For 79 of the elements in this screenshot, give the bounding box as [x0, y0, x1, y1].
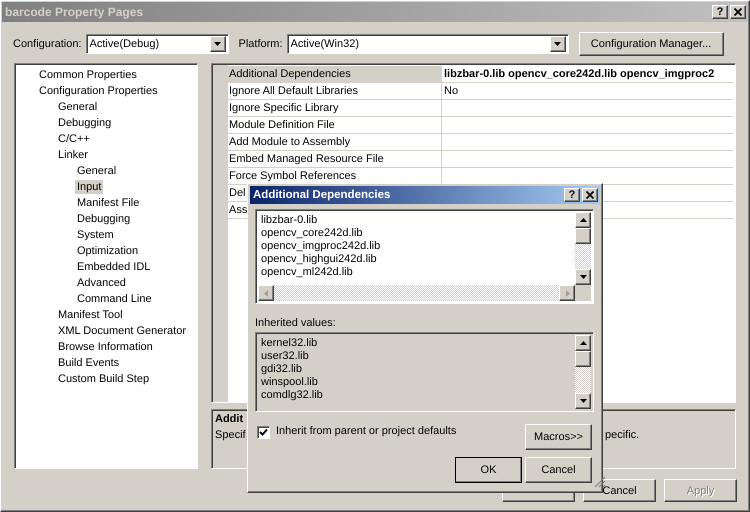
list-line: gdi32.lib: [261, 363, 302, 376]
tree-item[interactable]: Build Events: [56, 356, 122, 370]
description-text: Specif: [215, 429, 246, 443]
macros-button[interactable]: Macros>>: [525, 424, 592, 450]
scrollbar-corner: [575, 285, 591, 301]
dropdown-arrow-icon: [213, 40, 222, 48]
scroll-thumb[interactable]: [575, 228, 591, 244]
tree-item[interactable]: Optimization: [75, 244, 140, 258]
configuration-manager-button[interactable]: Configuration Manager...: [578, 32, 724, 56]
property-name[interactable]: Ignore All Default Libraries: [229, 85, 358, 97]
list-line: user32.lib: [261, 350, 309, 363]
tree-item[interactable]: C/C++: [56, 132, 92, 146]
tree-item[interactable]: Common Properties: [37, 68, 139, 82]
property-name[interactable]: Del: [229, 187, 246, 199]
tree-item[interactable]: Advanced: [75, 276, 128, 290]
property-name[interactable]: Ignore Specific Library: [229, 102, 338, 114]
property-value: libzbar-0.lib opencv_core242d.lib opencv_imgproc2: [444, 68, 714, 80]
tree-item[interactable]: General: [75, 164, 118, 178]
property-value: No: [444, 85, 458, 97]
tree-item[interactable]: XML Document Generator: [56, 324, 188, 338]
left-arrow-icon: [262, 288, 270, 298]
property-name[interactable]: Module Definition File: [229, 119, 335, 131]
platform-dropdown[interactable]: Active(Win32): [286, 34, 569, 54]
property-name[interactable]: Force Symbol References: [229, 170, 356, 182]
tree-item[interactable]: Embedded IDL: [75, 260, 152, 274]
inherited-label: Inherited values:: [255, 316, 336, 330]
description-title: Addit: [215, 413, 244, 427]
list-line: opencv_imgproc242d.lib: [261, 240, 380, 253]
tree-item[interactable]: System: [75, 228, 116, 242]
scroll-thumb[interactable]: [575, 351, 591, 367]
list-line: libzbar-0.lib: [261, 214, 318, 227]
property-name[interactable]: Additional Dependencies: [229, 68, 351, 80]
list-line: opencv_core242d.lib: [261, 227, 363, 240]
checkbox-label: Inherit from parent or project defaults: [276, 424, 458, 439]
check-icon: [259, 428, 268, 437]
ok-button[interactable]: OK: [455, 457, 522, 483]
list-line: winspool.lib: [261, 376, 318, 389]
help-button[interactable]: ?: [712, 5, 728, 19]
window-title: barcode Property Pages: [5, 5, 144, 19]
dropdown-arrow-icon: [553, 40, 562, 48]
close-button[interactable]: [582, 188, 598, 202]
tree-item[interactable]: Command Line: [75, 292, 154, 306]
close-icon: [734, 8, 742, 16]
description-text: pecific.: [605, 429, 640, 443]
tree-item[interactable]: Linker: [56, 148, 90, 162]
tree-item[interactable]: Debugging: [75, 212, 132, 226]
list-line: opencv_highgui242d.lib: [261, 253, 377, 266]
down-arrow-icon: [578, 396, 588, 406]
field-label: Platform:: [238, 38, 283, 50]
close-icon: [586, 191, 594, 199]
dialog-title: Additional Dependencies: [253, 189, 392, 201]
down-arrow-icon: [578, 272, 588, 282]
list-line: kernel32.lib: [261, 337, 318, 350]
cancel-button[interactable]: Cancel: [525, 457, 592, 483]
tree-item[interactable]: Custom Build Step: [56, 372, 152, 386]
field-label: Configuration:: [13, 38, 82, 50]
scrollbar[interactable]: [575, 335, 591, 409]
property-name[interactable]: Add Module to Assembly: [229, 136, 350, 148]
up-arrow-icon: [578, 338, 588, 348]
help-button[interactable]: ?: [564, 188, 580, 202]
tree-item[interactable]: Debugging: [56, 116, 114, 130]
tree-item[interactable]: Configuration Properties: [37, 84, 160, 98]
list-line: comdlg32.lib: [261, 389, 323, 402]
resize-grip-icon[interactable]: [594, 476, 606, 488]
tree-item[interactable]: Manifest Tool: [56, 308, 125, 322]
tree-item[interactable]: General: [56, 100, 100, 114]
scrollbar[interactable]: [258, 285, 575, 301]
tree-item[interactable]: Manifest File: [75, 196, 142, 210]
dependencies-field[interactable]: libzbar-0.lib opencv_core242d.lib opencv_imgproc242d.lib opencv_highgui242d.lib opencv_ml242d.lib: [255, 209, 594, 304]
tree-item[interactable]: Browse Information: [56, 340, 155, 354]
scrollbar[interactable]: [575, 212, 591, 285]
tree-item[interactable]: Input: [75, 180, 104, 194]
close-button[interactable]: [730, 5, 746, 19]
list-line: opencv_ml242d.lib: [261, 266, 353, 279]
configuration-dropdown[interactable]: Active(Debug): [86, 34, 228, 54]
property-name[interactable]: Embed Managed Resource File: [229, 153, 384, 165]
checkbox[interactable]: [257, 426, 270, 439]
up-arrow-icon: [578, 216, 588, 224]
property-name[interactable]: Ass: [229, 204, 248, 216]
